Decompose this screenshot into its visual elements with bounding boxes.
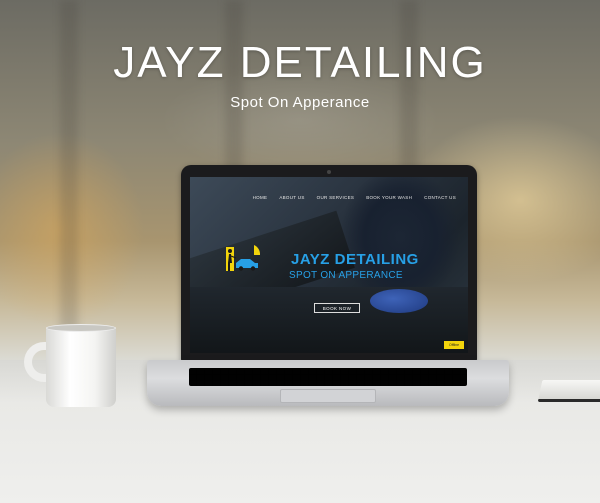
person-with-pressure-washer-icon <box>226 247 237 271</box>
trackpad <box>280 389 376 403</box>
laptop-screen-frame: HOME ABOUT US OUR SERVICES BOOK YOUR WAS… <box>181 165 477 361</box>
car-icon <box>236 259 258 271</box>
website-nav: HOME ABOUT US OUR SERVICES BOOK YOUR WAS… <box>190 195 468 207</box>
keyboard <box>189 368 467 386</box>
hero-title: JAYZ DETAILING <box>113 38 487 87</box>
website-tagline: SPOT ON APPERANCE <box>289 270 403 281</box>
website-brand-name: JAYZ DETAILING <box>291 251 419 268</box>
nav-item-our-services[interactable]: OUR SERVICES <box>317 195 355 207</box>
notebook <box>537 380 600 402</box>
nav-item-home[interactable]: HOME <box>253 195 268 207</box>
nav-item-book-your-wash[interactable]: BOOK YOUR WASH <box>366 195 412 207</box>
camera-icon <box>327 170 331 174</box>
coffee-mug <box>46 324 116 407</box>
hero-subtitle: Spot On Apperance <box>230 94 370 111</box>
nav-item-about-us[interactable]: ABOUT US <box>279 195 304 207</box>
nav-item-contact-us[interactable]: CONTACT US <box>424 195 456 207</box>
book-now-button[interactable]: BOOK NOW <box>314 303 360 313</box>
laptop-screen: HOME ABOUT US OUR SERVICES BOOK YOUR WAS… <box>190 177 468 353</box>
laptop-base <box>147 360 509 406</box>
screen-photo-polisher <box>370 289 428 313</box>
offline-badge[interactable]: Offline <box>444 341 464 349</box>
mug-rim <box>46 324 116 332</box>
logo-mark <box>226 245 260 271</box>
